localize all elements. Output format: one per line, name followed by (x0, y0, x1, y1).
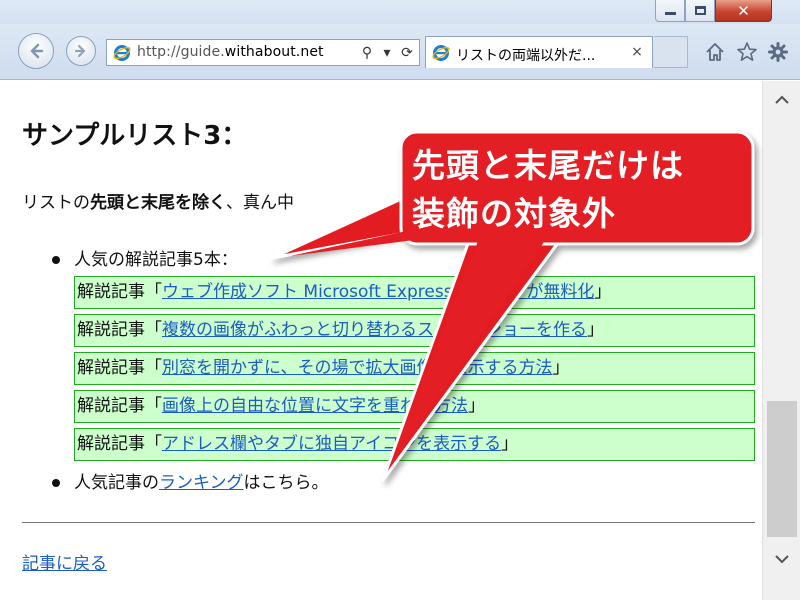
scroll-thumb[interactable] (767, 401, 797, 537)
article-link[interactable]: 別窓を開かずに、その場で拡大画像を表示する方法 (162, 358, 553, 378)
list-item-label: 人気の解説記事5本： (74, 250, 238, 270)
forward-button[interactable] (66, 36, 96, 66)
article-row: 解説記事「アドレス欄やタブに独自アイコンを表示する」 (74, 428, 755, 461)
back-to-article-link[interactable]: 記事に戻る (22, 549, 107, 574)
scroll-up-icon[interactable] (772, 90, 792, 110)
horizontal-rule (22, 522, 755, 523)
article-suffix: 」 (501, 434, 519, 454)
tab-favicon-icon (432, 45, 450, 61)
tab-title: リストの両端以外だ... (456, 48, 596, 64)
article-link[interactable]: 複数の画像がふわっと切り替わるスライドショーを作る (162, 320, 587, 340)
maximize-button[interactable] (685, 0, 715, 22)
back-arrow-icon (30, 43, 44, 59)
article-prefix: 解説記事「 (77, 434, 162, 454)
home-icon[interactable] (703, 40, 727, 64)
intro-part2: 、真ん中 (226, 193, 294, 213)
article-row: 解説記事「別窓を開かずに、その場で拡大画像を表示する方法」 (74, 352, 755, 385)
vertical-scrollbar[interactable] (762, 81, 800, 600)
article-suffix: 」 (552, 358, 570, 378)
article-link[interactable]: アドレス欄やタブに独自アイコンを表示する (162, 434, 501, 454)
ie-logo-icon (113, 45, 131, 61)
intro-bold: 先頭と末尾を除く (90, 193, 226, 213)
article-row: 解説記事「複数の画像がふわっと切り替わるスライドショーを作る」 (74, 314, 755, 347)
back-button[interactable] (18, 33, 54, 69)
browser-toolbar: http://guide.withabout.net ⚲ ▾ ⟳ リストの両端以… (0, 24, 800, 80)
article-link[interactable]: 画像上の自由な位置に文字を重ねる方法 (162, 396, 468, 416)
ranking-link[interactable]: ランキング (159, 473, 244, 493)
address-prefix: http://guide. (137, 44, 225, 60)
intro-part1: リストの (22, 193, 90, 213)
article-link[interactable]: ウェブ作成ソフト Microsoft Expression Web が無料化 (162, 282, 594, 302)
address-url: http://guide.withabout.net (137, 44, 324, 60)
tab-close-icon[interactable]: × (628, 43, 646, 61)
page-title: サンプルリスト3： (22, 121, 248, 151)
intro-text: リストの先頭と末尾を除く、真ん中 (22, 188, 294, 213)
minimize-button[interactable] (655, 0, 685, 22)
article-prefix: 解説記事「 (77, 396, 162, 416)
list-item: 人気記事のランキングはこちら。 (74, 468, 329, 493)
tab-active[interactable]: リストの両端以外だ... × (425, 36, 653, 68)
list-bullet (52, 479, 60, 487)
ranking-prefix: 人気記事の (74, 473, 159, 493)
close-icon: ✕ (737, 1, 750, 20)
article-suffix: 」 (468, 396, 485, 416)
article-row: 解説記事「ウェブ作成ソフト Microsoft Expression Web が… (74, 276, 755, 309)
ranking-suffix: はこちら。 (243, 473, 329, 493)
article-prefix: 解説記事「 (77, 358, 162, 378)
callout-text: 先頭と末尾だけは 装飾の対象外 (412, 142, 742, 238)
article-row: 解説記事「画像上の自由な位置に文字を重ねる方法」 (74, 390, 755, 423)
article-suffix: 」 (594, 282, 612, 302)
new-tab-button[interactable] (654, 36, 688, 68)
title-bar: ✕ (0, 0, 800, 24)
search-icon[interactable]: ⚲ (359, 43, 375, 63)
callout-line1: 先頭と末尾だけは (412, 146, 684, 185)
forward-arrow-icon (74, 44, 86, 58)
dropdown-icon[interactable]: ▾ (379, 43, 395, 63)
refresh-icon[interactable]: ⟳ (399, 43, 415, 63)
callout-line2: 装飾の対象外 (412, 194, 616, 233)
article-prefix: 解説記事「 (77, 282, 162, 302)
scroll-down-icon[interactable] (772, 549, 792, 569)
address-host: withabout.net (224, 44, 324, 60)
address-bar[interactable]: http://guide.withabout.net ⚲ ▾ ⟳ (106, 39, 420, 66)
settings-gear-icon[interactable] (766, 40, 790, 64)
list-bullet (52, 256, 60, 264)
maximize-icon (694, 6, 706, 15)
article-suffix: 」 (587, 320, 604, 340)
favorites-star-icon[interactable] (735, 40, 759, 64)
window-close-button[interactable]: ✕ (715, 0, 772, 22)
minimize-icon (664, 12, 676, 15)
article-prefix: 解説記事「 (77, 320, 162, 340)
